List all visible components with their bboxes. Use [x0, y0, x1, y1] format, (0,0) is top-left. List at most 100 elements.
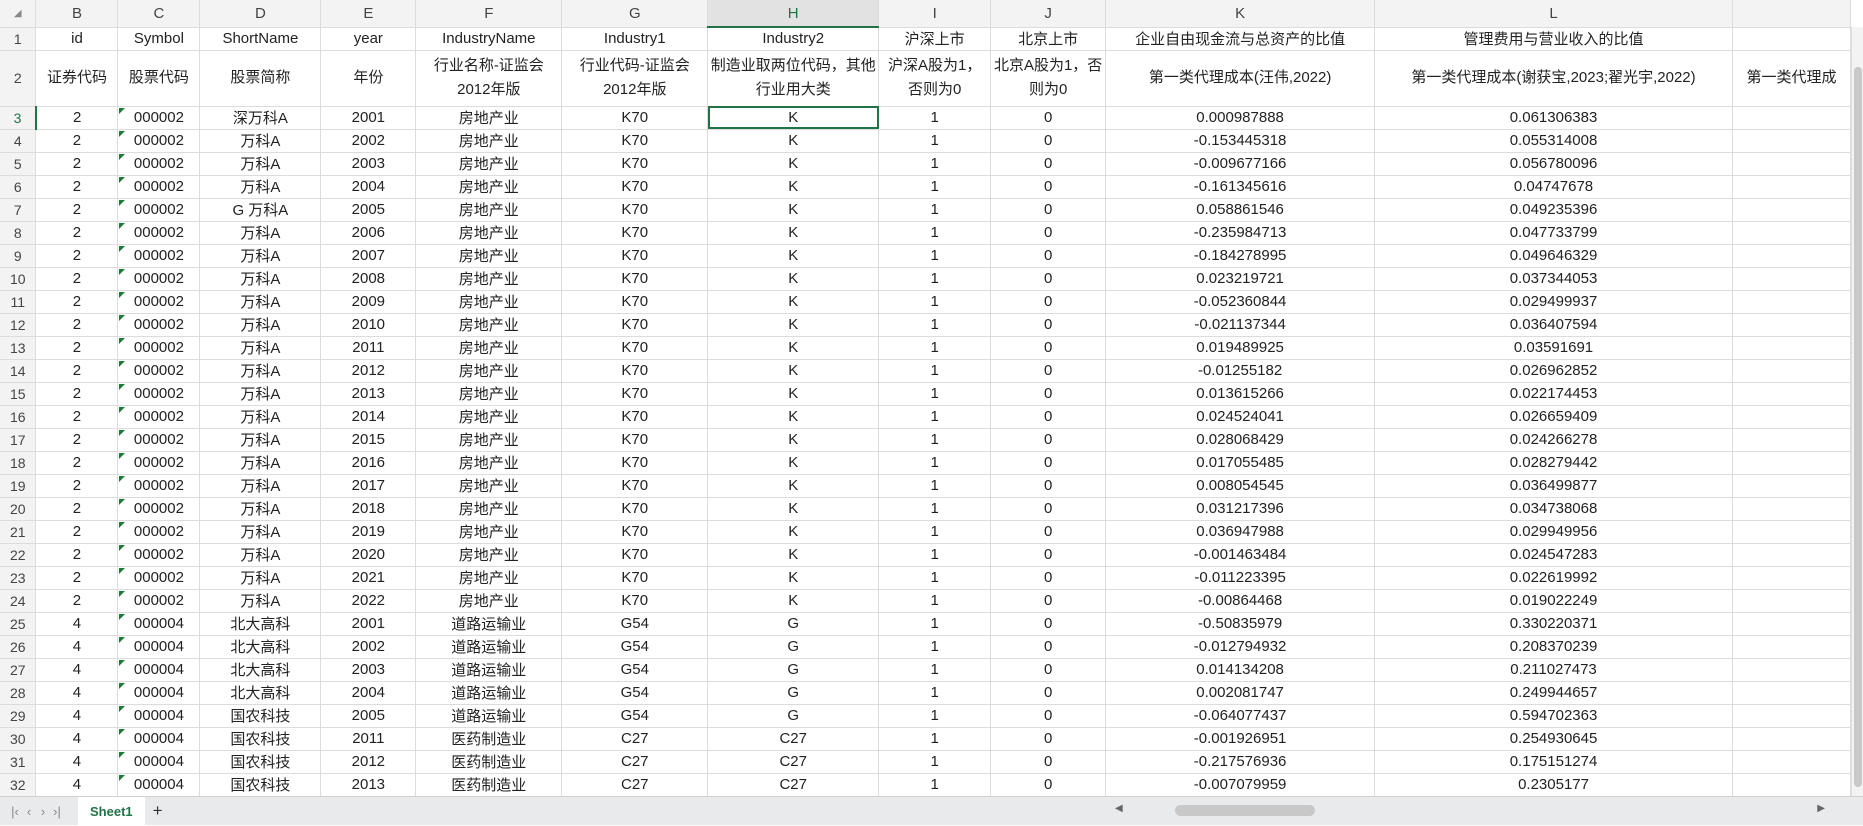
cell[interactable] [1732, 359, 1851, 383]
cell[interactable]: 房地产业 [415, 106, 563, 130]
cell[interactable]: 1 [878, 198, 992, 222]
cell[interactable]: 2012 [320, 750, 417, 774]
cell[interactable] [1732, 750, 1851, 774]
row-header[interactable]: 28 [0, 681, 37, 705]
cell[interactable]: 4 [35, 612, 119, 636]
cell[interactable] [1732, 244, 1851, 268]
cell[interactable]: 4 [35, 750, 119, 774]
cell[interactable]: 0.019489925 [1105, 336, 1376, 360]
row-header[interactable]: 27 [0, 658, 37, 682]
cell[interactable]: 000002 [117, 244, 201, 268]
cell[interactable]: 股票简称 [199, 50, 322, 107]
cell[interactable]: G [707, 681, 880, 705]
cell[interactable]: 000002 [117, 543, 201, 567]
cell[interactable]: 0.008054545 [1105, 474, 1376, 498]
column-header[interactable]: G [561, 0, 709, 28]
cell[interactable]: C27 [561, 773, 709, 796]
cell[interactable]: K [707, 198, 880, 222]
cell[interactable]: 2 [35, 589, 119, 613]
cell[interactable]: 道路运输业 [415, 681, 563, 705]
cell[interactable]: 0 [990, 313, 1107, 337]
cell[interactable]: 万科A [199, 175, 322, 199]
cell[interactable]: G54 [561, 681, 709, 705]
cell[interactable]: 0.2305177 [1374, 773, 1733, 796]
cell[interactable]: 0 [990, 520, 1107, 544]
cell[interactable]: K70 [561, 198, 709, 222]
cell[interactable]: G54 [561, 704, 709, 728]
cell[interactable]: 1 [878, 106, 992, 130]
cell[interactable]: -0.009677166 [1105, 152, 1376, 176]
cell[interactable]: G [707, 658, 880, 682]
cell[interactable]: 0.211027473 [1374, 658, 1733, 682]
cell[interactable]: 第一类代理成本(谢获宝,2023;翟光宇,2022) [1374, 50, 1733, 107]
cell[interactable]: 000002 [117, 589, 201, 613]
cell[interactable]: 万科A [199, 520, 322, 544]
cell[interactable]: 万科A [199, 382, 322, 406]
cell[interactable]: 0 [990, 405, 1107, 429]
cell[interactable]: 2013 [320, 382, 417, 406]
cell[interactable]: K70 [561, 543, 709, 567]
cell[interactable]: 2008 [320, 267, 417, 291]
cell[interactable]: 房地产业 [415, 152, 563, 176]
cell[interactable]: 0 [990, 336, 1107, 360]
cell[interactable]: 0 [990, 175, 1107, 199]
cell[interactable]: 0.249944657 [1374, 681, 1733, 705]
cell[interactable]: -0.00864468 [1105, 589, 1376, 613]
cell[interactable] [1732, 290, 1851, 314]
cell[interactable]: 房地产业 [415, 244, 563, 268]
cell[interactable]: 0 [990, 589, 1107, 613]
cell[interactable]: G54 [561, 658, 709, 682]
cell[interactable]: 1 [878, 704, 992, 728]
cell[interactable]: 000002 [117, 267, 201, 291]
cell[interactable]: 2 [35, 566, 119, 590]
cell[interactable]: 国农科技 [199, 727, 322, 751]
cell[interactable]: 2 [35, 221, 119, 245]
cell[interactable]: 0 [990, 612, 1107, 636]
cell[interactable]: K70 [561, 474, 709, 498]
cell[interactable]: id [35, 27, 119, 51]
cell[interactable]: -0.011223395 [1105, 566, 1376, 590]
cell[interactable]: K [707, 382, 880, 406]
cell[interactable]: -0.01255182 [1105, 359, 1376, 383]
cell[interactable]: K [707, 336, 880, 360]
row-header[interactable]: 10 [0, 267, 37, 291]
cell[interactable]: K70 [561, 428, 709, 452]
cell[interactable]: 1 [878, 382, 992, 406]
column-header[interactable]: J [990, 0, 1107, 28]
row-header[interactable]: 29 [0, 704, 37, 728]
cell[interactable]: 0 [990, 704, 1107, 728]
cell[interactable]: 2 [35, 428, 119, 452]
cell[interactable]: G [707, 635, 880, 659]
first-sheet-icon[interactable]: |‹ [8, 804, 22, 819]
column-header[interactable]: C [117, 0, 201, 28]
column-header[interactable]: H [707, 0, 880, 28]
cell[interactable]: 2007 [320, 244, 417, 268]
cell[interactable]: 万科A [199, 129, 322, 153]
row-header[interactable]: 7 [0, 198, 37, 222]
cell[interactable]: 万科A [199, 336, 322, 360]
cell[interactable]: 2 [35, 175, 119, 199]
cell[interactable]: 1 [878, 474, 992, 498]
cell[interactable]: C27 [707, 773, 880, 796]
cell[interactable]: 4 [35, 635, 119, 659]
cell[interactable]: 0.017055485 [1105, 451, 1376, 475]
cell[interactable]: K [707, 267, 880, 291]
cell[interactable]: 0.024524041 [1105, 405, 1376, 429]
cell[interactable]: 0.208370239 [1374, 635, 1733, 659]
cell[interactable]: 2 [35, 451, 119, 475]
cell[interactable]: 1 [878, 129, 992, 153]
cell[interactable]: 1 [878, 681, 992, 705]
scroll-left-icon[interactable]: ◀ [1115, 803, 1123, 814]
cell[interactable]: 2 [35, 290, 119, 314]
cell[interactable]: 0 [990, 129, 1107, 153]
cell[interactable]: 房地产业 [415, 221, 563, 245]
cell[interactable]: 深万科A [199, 106, 322, 130]
cell[interactable]: K [707, 290, 880, 314]
cell[interactable]: 000002 [117, 428, 201, 452]
cell[interactable]: 北大高科 [199, 635, 322, 659]
cell[interactable] [1732, 313, 1851, 337]
cell[interactable]: C27 [561, 750, 709, 774]
cell[interactable]: 房地产业 [415, 428, 563, 452]
cell[interactable]: 0.022174453 [1374, 382, 1733, 406]
cell[interactable]: 年份 [320, 50, 417, 107]
